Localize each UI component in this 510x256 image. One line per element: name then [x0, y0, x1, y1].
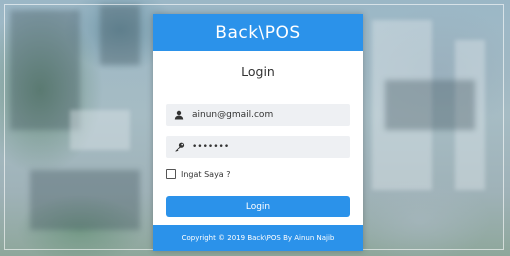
brand-header: Back\POS	[153, 14, 363, 51]
login-card: Back\POS Login ainun@gmail.com ••••••• I…	[153, 14, 363, 251]
footer: Copyright © 2019 Back\POS By Ainun Najib	[153, 225, 363, 251]
remember-label: Ingat Saya ?	[181, 169, 231, 179]
user-icon	[166, 110, 192, 120]
login-button[interactable]: Login	[166, 196, 350, 217]
copyright-text: Copyright © 2019 Back\POS By Ainun Najib	[181, 234, 335, 242]
login-heading: Login	[241, 64, 275, 79]
password-field[interactable]: •••••••	[166, 136, 350, 158]
password-value: •••••••	[192, 142, 230, 152]
brand-title: Back\POS	[215, 22, 301, 43]
key-icon	[166, 142, 192, 152]
remember-checkbox[interactable]	[166, 169, 176, 179]
login-form: Login ainun@gmail.com ••••••• Ingat Saya…	[153, 51, 363, 225]
remember-me[interactable]: Ingat Saya ?	[166, 169, 231, 179]
email-field[interactable]: ainun@gmail.com	[166, 104, 350, 126]
email-value: ainun@gmail.com	[192, 110, 274, 120]
